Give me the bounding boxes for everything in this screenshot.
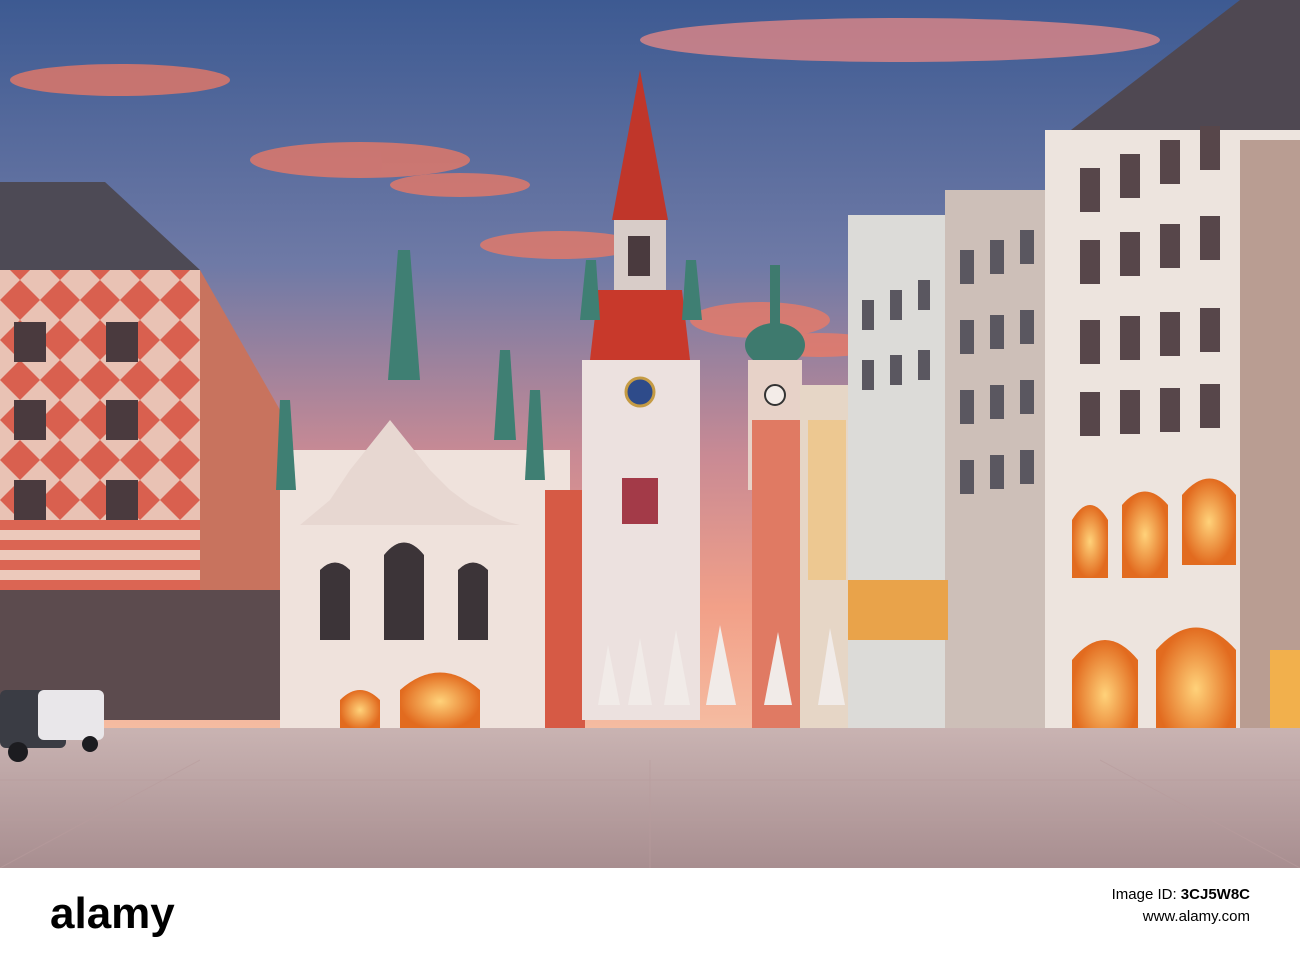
stage: alamy Image ID: 3CJ5W8C www.alamy.com bbox=[0, 0, 1300, 956]
image-id-label: Image ID: bbox=[1111, 886, 1181, 903]
svg-text:alamy: alamy bbox=[50, 890, 175, 938]
photo bbox=[0, 0, 1300, 868]
image-id-row: Image ID: 3CJ5W8C bbox=[1112, 884, 1250, 906]
site-url[interactable]: www.alamy.com bbox=[1112, 906, 1250, 928]
image-id-value: 3CJ5W8C bbox=[1180, 886, 1250, 903]
footer-bar: alamy Image ID: 3CJ5W8C www.alamy.com bbox=[0, 868, 1300, 956]
alamy-logo: alamy bbox=[50, 890, 175, 938]
image-meta: Image ID: 3CJ5W8C www.alamy.com bbox=[1112, 884, 1250, 928]
